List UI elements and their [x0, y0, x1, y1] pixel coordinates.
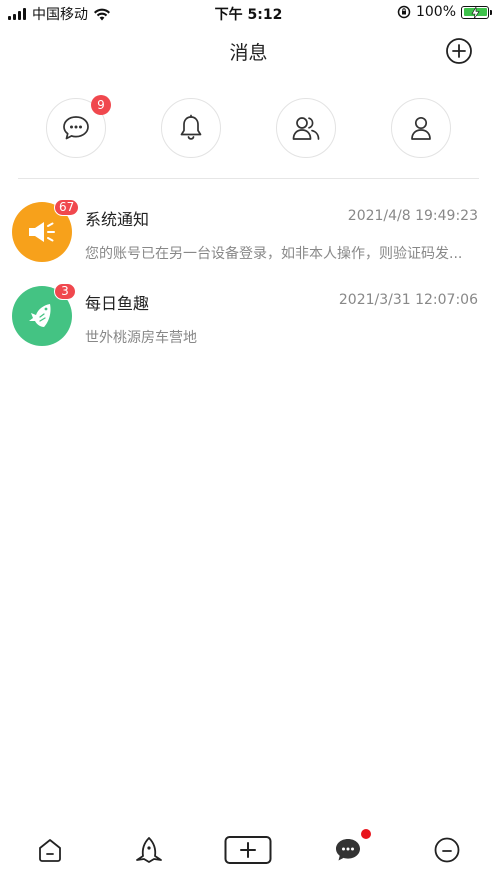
- profile-icon: [434, 837, 460, 863]
- message-title: 每日鱼趣: [85, 294, 150, 313]
- plus-circle-icon[interactable]: [445, 37, 473, 65]
- battery-fill: [463, 7, 487, 19]
- bottom-tab-bar: [0, 825, 497, 883]
- message-title: 系统通知: [85, 210, 150, 229]
- tab-publish[interactable]: [224, 833, 272, 867]
- users-icon: [292, 117, 320, 140]
- rocket-icon: [136, 837, 162, 863]
- status-right: 100%: [397, 4, 492, 20]
- tab-profile[interactable]: [432, 833, 462, 867]
- tab-discover[interactable]: [132, 833, 166, 867]
- message-time: 2021/3/31 12:07:06: [338, 292, 478, 308]
- quick-chat-button[interactable]: 9: [46, 95, 111, 158]
- message-list: 67 系统通知 2021/4/8 19:49:23 您的账号已在另一台设备登录，…: [0, 196, 497, 364]
- home-icon: [39, 839, 61, 862]
- quick-user-button[interactable]: [391, 98, 451, 158]
- fish-icon: [29, 304, 51, 327]
- page-title: 消息: [229, 42, 268, 64]
- message-preview: 您的账号已在另一台设备登录，如非本人操作，则验证码发...: [85, 246, 463, 262]
- add-box-icon: [224, 836, 272, 864]
- chat-unread-badge: 9: [91, 95, 111, 115]
- message-item-system[interactable]: 67 系统通知 2021/4/8 19:49:23 您的账号已在另一台设备登录，…: [0, 196, 497, 280]
- chat-bubble-icon: [63, 116, 89, 140]
- message-item-fish[interactable]: 3 每日鱼趣 2021/3/31 12:07:06 世外桃源房车营地: [0, 280, 497, 364]
- system-unread-badge: 67: [54, 199, 80, 216]
- message-icon: [336, 839, 360, 861]
- user-icon: [411, 116, 431, 140]
- quick-bell-button[interactable]: [161, 98, 221, 158]
- battery-icon: [461, 5, 492, 19]
- fish-unread-badge: 3: [54, 283, 76, 300]
- section-divider: [18, 178, 479, 179]
- battery-percentage: 100%: [415, 4, 456, 20]
- messages-notification-dot: [361, 829, 371, 839]
- orientation-lock-icon: [397, 5, 411, 19]
- message-time: 2021/4/8 19:49:23: [347, 208, 478, 224]
- quick-actions: 9: [0, 95, 497, 158]
- bell-icon: [180, 114, 202, 140]
- message-preview: 世外桃源房车营地: [85, 330, 197, 346]
- tab-home[interactable]: [34, 833, 66, 867]
- quick-users-button[interactable]: [276, 98, 336, 158]
- megaphone-icon: [29, 222, 55, 242]
- status-bar: 中国移动 下午 5:12 100%: [0, 0, 497, 26]
- tab-messages[interactable]: [333, 829, 371, 867]
- page-header: 消息: [0, 30, 497, 72]
